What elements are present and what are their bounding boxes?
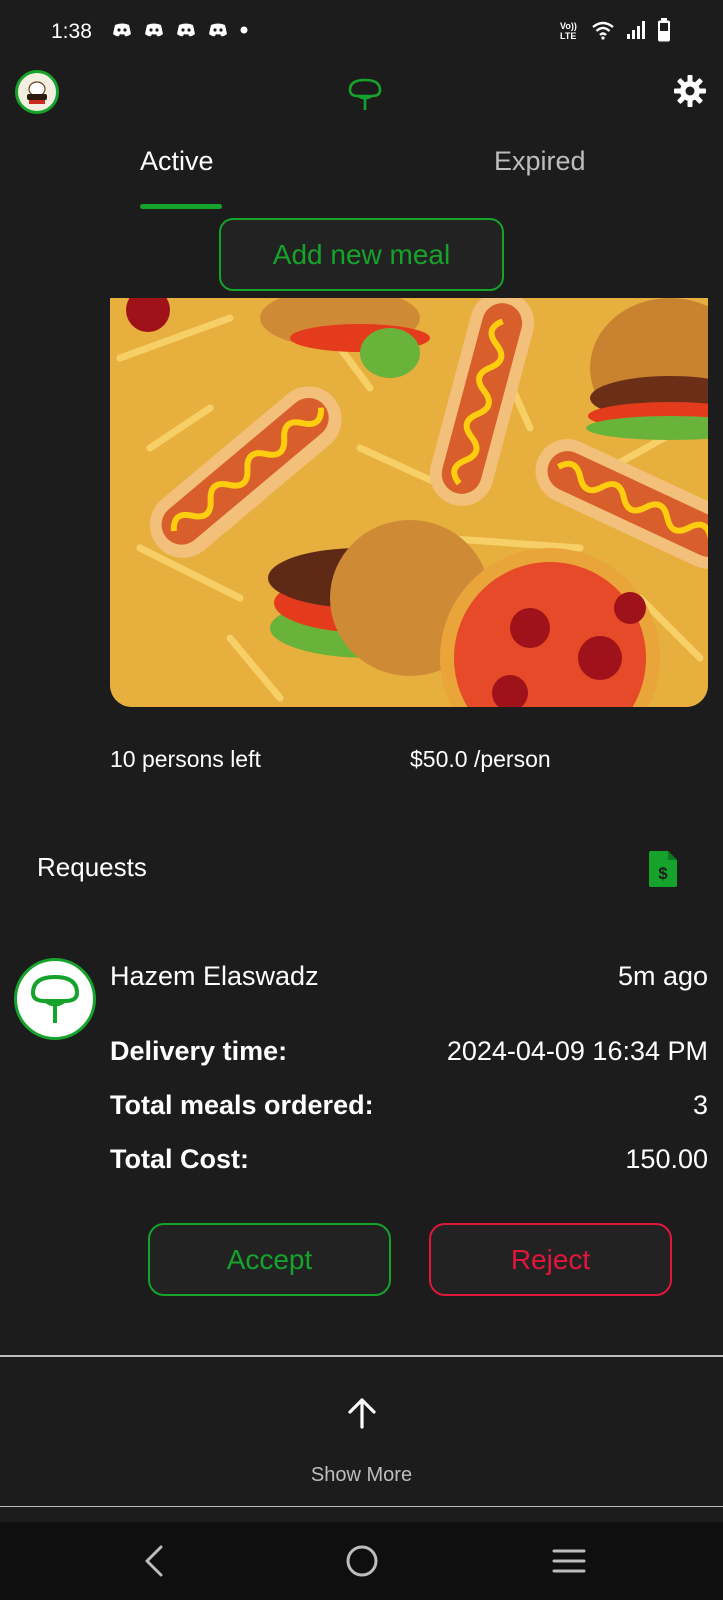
- restaurant-logo-icon: [20, 75, 54, 109]
- requests-title: Requests: [37, 852, 147, 882]
- tree-logo-icon[interactable]: [346, 76, 384, 114]
- battery-icon: [658, 18, 670, 42]
- discord-icon: [209, 23, 227, 37]
- svg-text:LTE: LTE: [560, 31, 576, 41]
- tab-indicator: [140, 204, 222, 209]
- total-meals-value: 3: [692, 1090, 708, 1120]
- gear-icon[interactable]: [673, 74, 707, 108]
- home-icon[interactable]: [345, 1544, 379, 1578]
- recents-icon[interactable]: [552, 1546, 586, 1576]
- volte-icon: Vo))LTE: [560, 21, 577, 41]
- svg-text:Vo)): Vo)): [560, 21, 577, 31]
- total-meals-label: Total meals ordered:: [110, 1090, 374, 1120]
- meal-image[interactable]: [110, 298, 708, 707]
- persons-left: 10 persons left: [110, 746, 261, 772]
- accept-button[interactable]: Accept: [148, 1223, 391, 1296]
- discord-icon: [113, 23, 131, 37]
- tree-logo-icon: [30, 974, 80, 1023]
- system-status-icons: Vo)) LTE: [559, 18, 671, 42]
- dot-icon: [240, 26, 248, 34]
- show-more-label[interactable]: Show More: [0, 1464, 723, 1487]
- svg-text:$: $: [658, 864, 668, 883]
- fast-food-photo: [110, 298, 708, 707]
- tab-expired[interactable]: Expired: [494, 146, 586, 177]
- add-new-meal-button[interactable]: Add new meal: [219, 218, 504, 291]
- delivery-time-value: 2024-04-09 16:34 PM: [446, 1036, 708, 1066]
- total-cost-label: Total Cost:: [110, 1144, 249, 1174]
- tab-active[interactable]: Active: [140, 146, 214, 177]
- notification-icons: [112, 22, 248, 38]
- total-cost-value: 150.00: [625, 1144, 708, 1174]
- requester-name: Hazem Elaswadz: [110, 961, 319, 991]
- signal-icon: [627, 21, 645, 39]
- requester-avatar[interactable]: [14, 958, 96, 1040]
- arrow-up-icon[interactable]: [344, 1395, 380, 1431]
- divider: [0, 1506, 723, 1507]
- back-icon[interactable]: [139, 1544, 169, 1578]
- restaurant-avatar[interactable]: [15, 70, 59, 114]
- delivery-time-label: Delivery time:: [110, 1036, 288, 1066]
- invoice-icon[interactable]: $: [647, 850, 679, 888]
- reject-button[interactable]: Reject: [429, 1223, 672, 1296]
- discord-icon: [177, 23, 195, 37]
- wifi-icon: [592, 21, 614, 40]
- request-time: 5m ago: [617, 961, 708, 991]
- discord-icon: [145, 23, 163, 37]
- status-time: 1:38: [51, 20, 92, 43]
- price-per-person: $50.0 /person: [410, 746, 551, 772]
